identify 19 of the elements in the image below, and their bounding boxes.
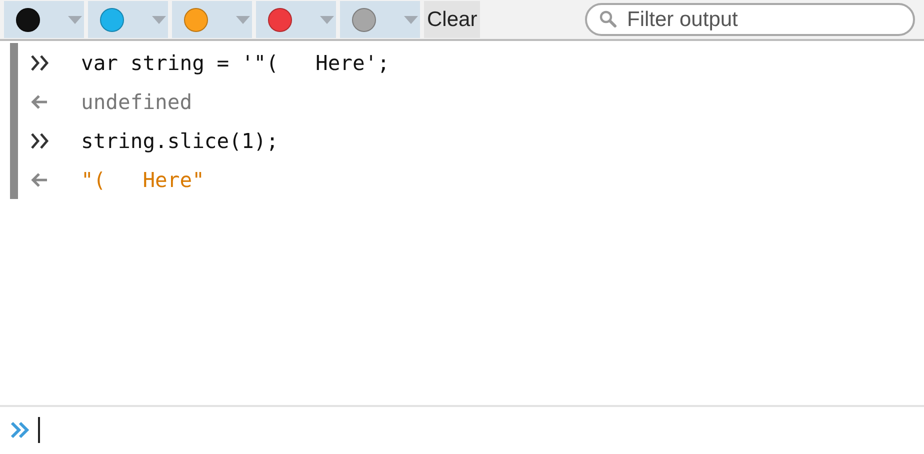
caret-icon <box>404 16 418 24</box>
caret-icon <box>236 16 250 24</box>
text-cursor <box>38 416 40 442</box>
input-code: string.slice(1); <box>81 128 278 152</box>
input-code: var string = '"( Here'; <box>81 50 390 74</box>
prompt-icon <box>10 420 30 438</box>
result-value: undefined <box>81 90 192 114</box>
caret-icon <box>68 16 82 24</box>
result-value: "( Here" <box>81 168 204 192</box>
clear-button[interactable]: Clear <box>424 1 480 38</box>
input-prompt-icon <box>30 54 50 70</box>
result-arrow-icon <box>30 94 50 110</box>
search-icon <box>599 10 617 28</box>
filter-field[interactable]: Filter output <box>585 3 915 36</box>
caret-icon <box>152 16 166 24</box>
input-prompt-icon <box>30 132 50 148</box>
caret-icon <box>320 16 334 24</box>
filter-button[interactable] <box>4 1 84 38</box>
result-arrow-icon <box>30 172 50 188</box>
